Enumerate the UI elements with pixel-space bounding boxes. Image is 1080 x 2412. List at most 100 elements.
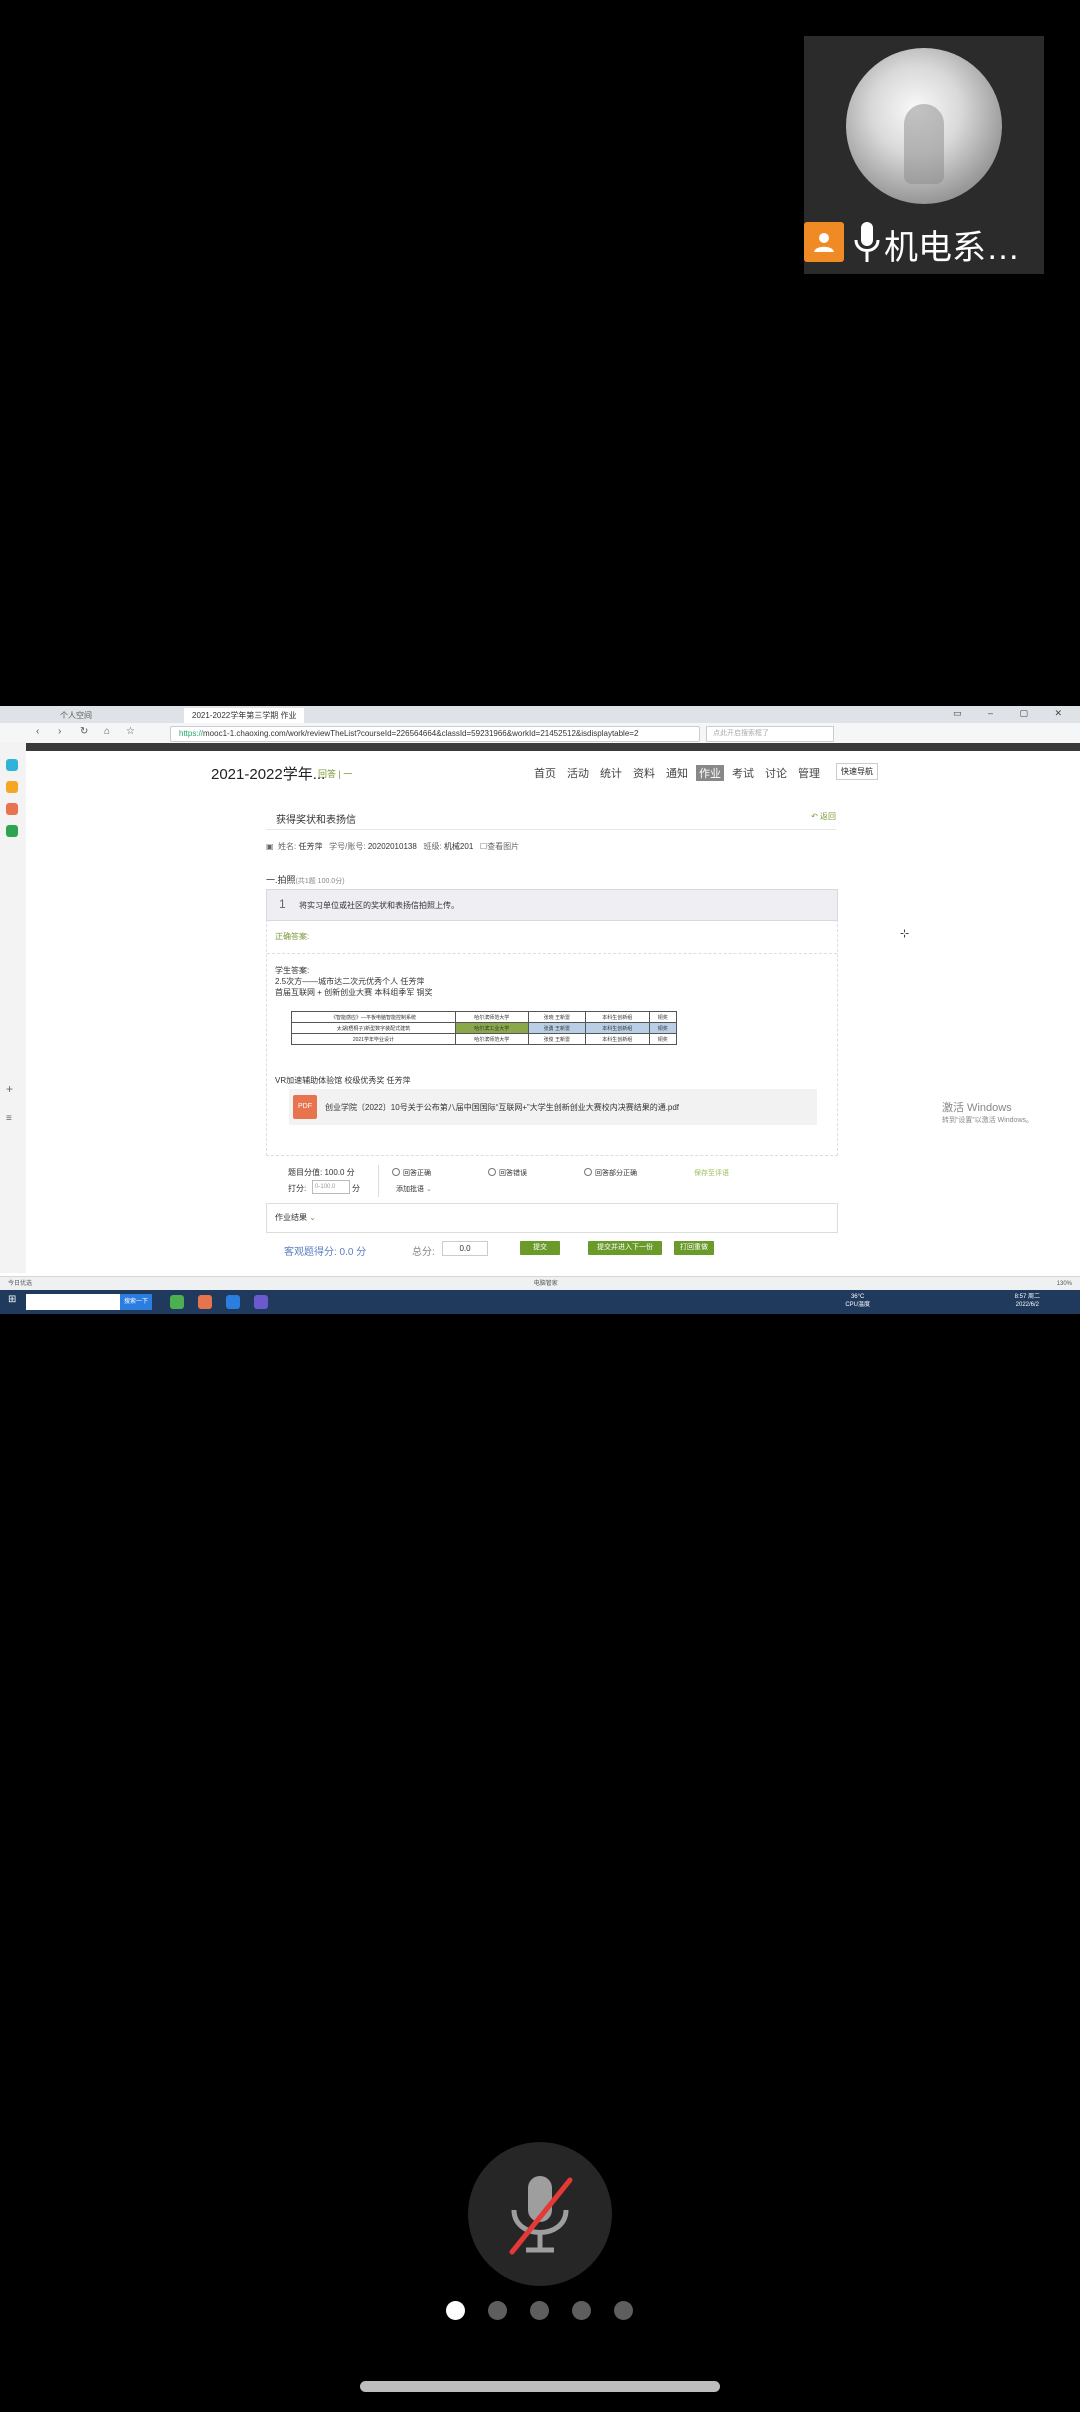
save-comment-link[interactable]: 保存至评语: [694, 1168, 729, 1178]
taskbar-app-icon[interactable]: [198, 1295, 212, 1309]
section-title: 一.拍照(共1题 100.0分): [266, 873, 345, 886]
submit-next-button[interactable]: 提交并进入下一份: [588, 1241, 662, 1255]
fast-nav-button[interactable]: 快速导航: [836, 763, 878, 780]
result-label: 作业结果: [275, 1213, 307, 1222]
tab-personal-space[interactable]: 个人空间: [52, 708, 100, 723]
section-name: 一.拍照: [266, 875, 296, 885]
table-row: 2021学年毕业设计 哈尔滨师范大学 张俊 王新雷 本科生创新组 铜奖: [291, 1033, 678, 1045]
nav-notice[interactable]: 通知: [666, 765, 688, 781]
home-indicator[interactable]: [360, 2381, 720, 2392]
sidebar-app-icon[interactable]: [6, 781, 18, 793]
mute-button[interactable]: [468, 2142, 612, 2286]
student-class: 机械201: [443, 842, 474, 851]
objective-score: 客观题得分: 0.0 分: [284, 1247, 367, 1258]
home-icon[interactable]: ⌂: [104, 726, 110, 737]
page-indicator-dot[interactable]: [446, 2301, 465, 2320]
menu-icon[interactable]: ≡: [6, 1113, 18, 1125]
radio-partial[interactable]: 回答部分正确: [584, 1168, 637, 1178]
forward-icon[interactable]: ›: [58, 726, 61, 737]
radio-correct[interactable]: 回答正确: [392, 1168, 431, 1178]
answer-line: 首届互联网 + 创新创业大赛 本科组季军 铜奖: [275, 988, 433, 997]
nav-home[interactable]: 首页: [534, 765, 556, 781]
total-row: 客观题得分: 0.0 分 总分: 0.0 提交 提交并进入下一份 打回重做: [266, 1239, 836, 1259]
question-text: 将实习单位或社区的奖状和表扬信拍照上传。: [299, 901, 459, 910]
nav-discussion[interactable]: 讨论: [765, 765, 787, 781]
browser-search-input[interactable]: 点此开启搜索框了: [706, 726, 834, 742]
table-cell: 哈尔滨工业大学: [454, 1022, 529, 1034]
avatar-figure: [904, 104, 944, 184]
radio-wrong[interactable]: 回答错误: [488, 1168, 527, 1178]
radio-circle-icon: [392, 1168, 400, 1176]
sidebar-app-icon[interactable]: [6, 759, 18, 771]
nav-stats[interactable]: 统计: [600, 765, 622, 781]
activate-sub: 转到“设置”以激活 Windows。: [942, 1117, 1034, 1124]
grade-label: 打分:: [288, 1184, 307, 1193]
student-answer-label: 学生答案:: [275, 966, 310, 975]
divider: [266, 829, 836, 830]
homework-result-label: 作业结果 ⌄: [275, 1212, 316, 1223]
grading-row: 题目分值: 100.0 分 打分: 0-100.0 分 回答正确 回答错误 回答…: [266, 1163, 836, 1197]
page-indicator-dot[interactable]: [488, 2301, 507, 2320]
submit-button[interactable]: 提交: [520, 1241, 560, 1255]
table-cell: 本科生创新组: [584, 1011, 650, 1023]
page-indicator-dot[interactable]: [614, 2301, 633, 2320]
question-number: 1: [279, 897, 286, 911]
back-label: 返回: [820, 812, 836, 821]
award-table: 《智能感应》—平板电脑智能控制系统 哈尔滨师范大学 张晓 王新雷 本科生创新组 …: [291, 1011, 678, 1045]
table-cell: 铜奖: [648, 1011, 678, 1023]
add-comment-button[interactable]: 添加批语 ⌄: [396, 1184, 432, 1194]
status-mid[interactable]: 电脑管家: [534, 1281, 558, 1287]
grade-input[interactable]: 0-100.0: [312, 1180, 350, 1194]
table-row: 《智能感应》—平板电脑智能控制系统 哈尔滨师范大学 张晓 王新雷 本科生创新组 …: [291, 1011, 678, 1023]
browser-statusbar: 今日优选 电脑管家 130%: [0, 1276, 1080, 1291]
back-icon[interactable]: ‹: [36, 726, 39, 737]
window-controls[interactable]: ▭ – ▢ ✕: [953, 708, 1074, 719]
zoom-level[interactable]: 130%: [1057, 1277, 1072, 1291]
table-cell: 太湖(梧桐子)新型数字装配式建筑: [291, 1022, 456, 1034]
page-indicator-dot[interactable]: [572, 2301, 591, 2320]
taskbar-app-icon[interactable]: [226, 1295, 240, 1309]
table-cell: 张勇 王新雷: [527, 1022, 586, 1034]
nav-manage[interactable]: 管理: [798, 765, 820, 781]
sidebar-app-icon[interactable]: [6, 825, 18, 837]
nav-activities[interactable]: 活动: [567, 765, 589, 781]
student-id: 20202010138: [367, 842, 417, 851]
student-info: ▣ 姓名: 任芳萍 学号/账号: 20202010138 班级: 机械201 ☐…: [266, 841, 519, 852]
browser-sidebar: + ≡: [0, 743, 26, 1273]
nav-homework[interactable]: 作业: [696, 765, 724, 781]
star-icon[interactable]: ☆: [126, 726, 135, 737]
refresh-icon[interactable]: ↻: [80, 726, 88, 737]
divider: [267, 953, 837, 954]
answer-line: VR加速辅助体验馆 校级优秀奖 任芳萍: [275, 1076, 411, 1085]
total-score-input[interactable]: 0.0: [442, 1241, 488, 1256]
mouse-cursor-icon: ⊹: [900, 928, 910, 940]
table-cell: 铜奖: [648, 1022, 678, 1034]
add-icon[interactable]: +: [6, 1083, 18, 1095]
attachment[interactable]: PDF 创业学院〔2022〕10号关于公布第八届中国国际“互联网+”大学生创新创…: [289, 1089, 817, 1125]
attachment-name[interactable]: 创业学院〔2022〕10号关于公布第八届中国国际“互联网+”大学生创新创业大赛校…: [325, 1102, 679, 1113]
table-row: 太湖(梧桐子)新型数字装配式建筑 哈尔滨工业大学 张勇 王新雷 本科生创新组 铜…: [291, 1022, 678, 1034]
participant-tile[interactable]: 机电系…: [804, 36, 1044, 274]
taskbar-clock[interactable]: 8:57 周二 2022/6/2: [1015, 1293, 1040, 1309]
return-redo-button[interactable]: 打回重做: [674, 1241, 714, 1255]
sidebar-app-icon[interactable]: [6, 803, 18, 815]
status-left[interactable]: 今日优选: [8, 1281, 32, 1287]
back-link[interactable]: ↶ 返回: [811, 811, 836, 822]
taskbar-search-input[interactable]: [26, 1294, 124, 1310]
tab-homework[interactable]: 2021-2022学年第三学期 作业: [184, 708, 305, 723]
page-indicator-dot[interactable]: [530, 2301, 549, 2320]
grade-unit: 分: [352, 1184, 360, 1193]
radio-label: 回答正确: [403, 1170, 431, 1177]
nav-exam[interactable]: 考试: [732, 765, 754, 781]
section-note: (共1题 100.0分): [295, 878, 345, 885]
taskbar-search-button[interactable]: 搜索一下: [120, 1294, 152, 1310]
taskbar-app-icon[interactable]: [254, 1295, 268, 1309]
course-page: 2021-2022学年... 回答 | 一 首页 活动 统计 资料 通知 作业 …: [26, 751, 1080, 1281]
url-input[interactable]: https://mooc1-1.chaoxing.com/work/review…: [170, 726, 700, 742]
answer-line: 2.5次方——城市达二次元优秀个人 任芳萍: [275, 977, 425, 986]
taskbar-app-icon[interactable]: [170, 1295, 184, 1309]
nav-resources[interactable]: 资料: [633, 765, 655, 781]
windows-start-icon[interactable]: ⊞: [8, 1294, 16, 1305]
homework-result[interactable]: 作业结果 ⌄: [266, 1203, 838, 1233]
question-box: 1 将实习单位或社区的奖状和表扬信拍照上传。: [266, 889, 838, 921]
